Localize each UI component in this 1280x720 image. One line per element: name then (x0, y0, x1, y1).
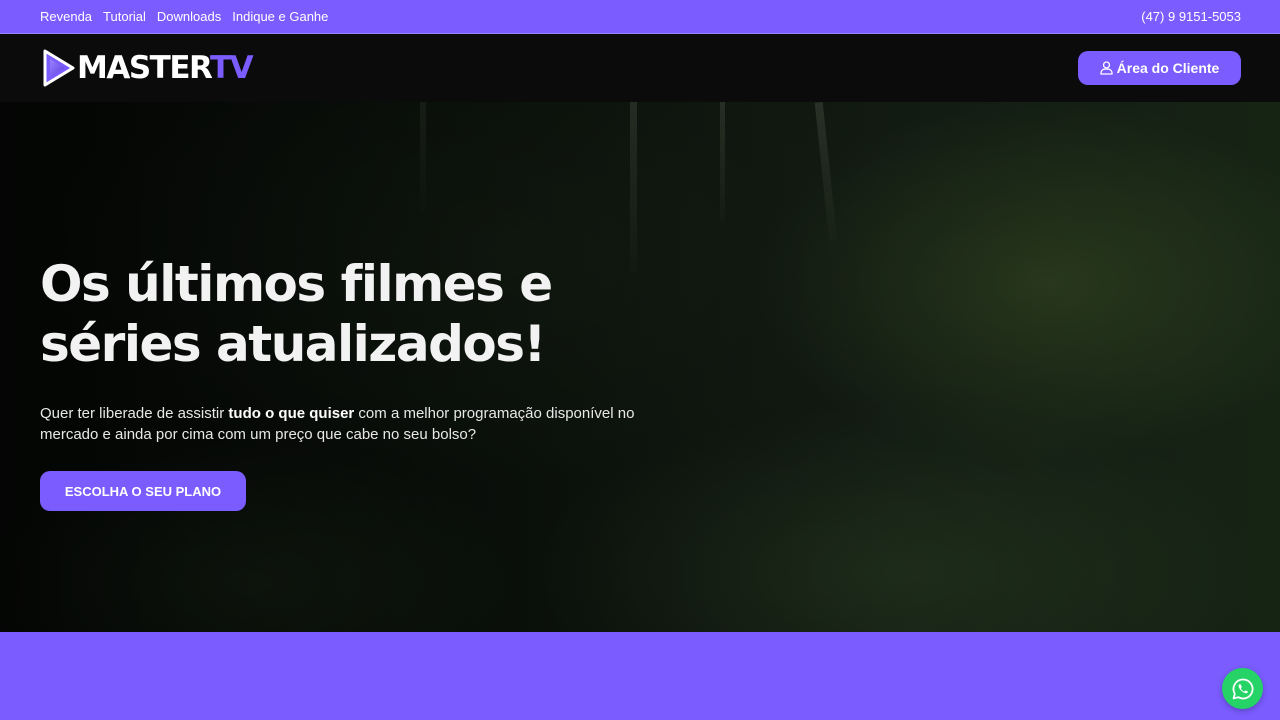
hero-description: Quer ter liberade de assistir tudo o que… (40, 403, 640, 445)
logo[interactable]: MASTERTV (40, 48, 254, 88)
top-bar: Revenda Tutorial Downloads Indique e Gan… (0, 0, 1280, 34)
nav-link-tutorial[interactable]: Tutorial (103, 9, 146, 24)
hero-title: Os últimos filmes e séries atualizados! (40, 254, 660, 374)
client-area-button[interactable]: Área do Cliente (1078, 51, 1241, 85)
hero-section: Os últimos filmes e séries atualizados! … (0, 102, 1280, 632)
hero-title-line2: séries atualizados! (40, 315, 546, 373)
logo-master: MASTER (77, 49, 211, 86)
phone-number[interactable]: (47) 9 9151-5053 (1141, 0, 1241, 33)
client-area-label: Área do Cliente (1116, 60, 1220, 76)
choose-plan-button[interactable]: ESCOLHA O SEU PLANO (40, 471, 246, 511)
hero-text-part1: Quer ter liberade de assistir (40, 405, 229, 422)
whatsapp-icon (1232, 678, 1253, 699)
play-icon (43, 49, 75, 87)
nav-link-downloads[interactable]: Downloads (157, 9, 221, 24)
whatsapp-button[interactable] (1222, 668, 1263, 709)
nav-link-revenda[interactable]: Revenda (40, 9, 92, 24)
top-nav: Revenda Tutorial Downloads Indique e Gan… (40, 0, 328, 33)
main-header: MASTERTV Área do Cliente (0, 34, 1280, 102)
logo-tv: TV (209, 49, 254, 86)
hero-title-line1: Os últimos filmes e (40, 255, 553, 313)
user-icon (1099, 61, 1113, 75)
hero-text-bold: tudo o que quiser (228, 405, 355, 422)
purple-section (0, 632, 1280, 720)
nav-link-indique-e-ganhe[interactable]: Indique e Ganhe (232, 9, 328, 24)
logo-text: MASTERTV (77, 49, 254, 86)
